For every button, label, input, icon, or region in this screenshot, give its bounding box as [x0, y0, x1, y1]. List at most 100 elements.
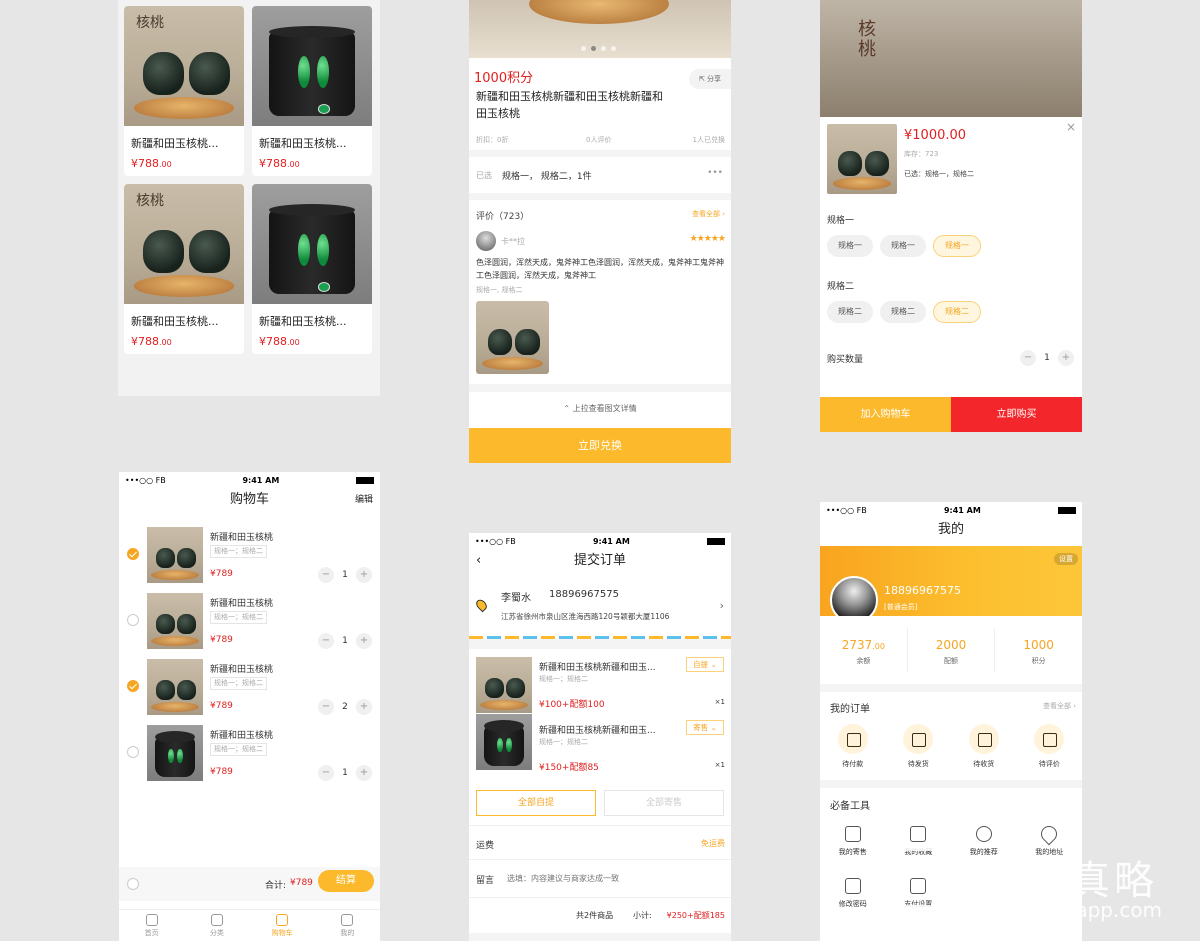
checkout-button[interactable]: 结算 — [318, 870, 374, 892]
cart-item[interactable]: 新疆和田玉核桃 规格一；规格二 ¥789 −1 + — [119, 588, 380, 654]
tool-item[interactable]: 支付设置 — [886, 878, 952, 930]
tool-item[interactable]: 我的寄售 — [820, 826, 886, 878]
minus-button[interactable]: − — [318, 567, 334, 583]
item-checkbox[interactable] — [127, 614, 139, 626]
spec-option[interactable]: 规格一 — [880, 235, 926, 257]
tool-item[interactable]: 修改密码 — [820, 878, 886, 930]
spec-option-selected[interactable]: 规格一 — [933, 235, 981, 257]
product-card[interactable]: 核桃 新疆和田玉核桃... ¥788.00 — [124, 6, 244, 176]
tool-item[interactable]: 我的推荐 — [951, 826, 1017, 878]
stat-quota[interactable]: 2000 配额 — [908, 628, 996, 672]
review-photo[interactable] — [476, 301, 549, 374]
tab-profile[interactable]: 我的 — [315, 910, 380, 941]
minus-button[interactable]: − — [1020, 350, 1036, 366]
select-all-checkbox[interactable] — [127, 878, 139, 890]
product-name: 新疆和田玉核桃... — [259, 137, 347, 150]
plus-button[interactable]: + — [1058, 350, 1074, 366]
order-summary: 共2件商品 小计: ¥250+配额185 — [469, 897, 731, 933]
product-price: ¥788.00 — [131, 157, 172, 170]
cart-item[interactable]: 新疆和田玉核桃 规格一；规格二 ¥789 −2 + — [119, 654, 380, 720]
item-checkbox[interactable] — [127, 680, 139, 692]
product-price: ¥788.00 — [131, 335, 172, 348]
view-all-reviews-link[interactable]: 查看全部 › — [692, 209, 725, 219]
delivery-select[interactable]: 寄售 ⌄ — [686, 720, 724, 735]
minus-button[interactable]: − — [318, 765, 334, 781]
item-checkbox[interactable] — [127, 746, 139, 758]
share-button[interactable]: ⇱ 分享 — [689, 69, 731, 89]
back-icon[interactable]: ‹ — [476, 549, 481, 573]
carousel-dot[interactable] — [611, 46, 616, 51]
carousel-dot-active[interactable] — [591, 46, 596, 51]
address-card[interactable]: 李蜀水 18896967575 江苏省徐州市泉山区淮海西路120号颖都大厦110… — [469, 577, 731, 639]
order-item[interactable]: 新疆和田玉核桃新疆和田玉... 规格一；规格二 寄售 ⌄ ¥150+配额85 ×… — [469, 712, 731, 775]
carousel-dot[interactable] — [581, 46, 586, 51]
category-icon — [210, 914, 223, 926]
stat-balance[interactable]: 2737.00 余额 — [820, 628, 908, 672]
spec-option[interactable]: 规格二 — [827, 301, 873, 323]
wood-base — [480, 699, 528, 710]
delivery-select[interactable]: 自提 ⌄ — [686, 657, 724, 672]
carousel-dot[interactable] — [601, 46, 606, 51]
item-name: 新疆和田玉核桃新疆和田玉... — [539, 726, 656, 736]
item-price: ¥789 — [210, 635, 233, 645]
walnut-shape — [838, 150, 862, 176]
chevron-right-icon: › — [719, 599, 724, 612]
minus-button[interactable]: − — [318, 633, 334, 649]
order-item[interactable]: 新疆和田玉核桃新疆和田玉... 规格一；规格二 自提 ⌄ ¥100+配额100 … — [469, 649, 731, 713]
product-title: 新疆和田玉核桃新疆和田玉核桃新疆和田玉核桃 — [476, 90, 663, 120]
tool-item[interactable]: 我的地址 — [1017, 822, 1083, 878]
settings-button[interactable]: 设置 — [1054, 553, 1078, 565]
spec-option-selected[interactable]: 规格二 — [933, 301, 981, 323]
plus-button[interactable]: + — [356, 633, 372, 649]
order-state-pending-review[interactable]: 待评价 — [1017, 724, 1083, 769]
item-image — [147, 593, 203, 649]
walnut-shape — [177, 614, 197, 635]
carrier: •••○○ FB — [826, 505, 867, 515]
plus-button[interactable]: + — [356, 765, 372, 781]
all-consign-button[interactable]: 全部寄售 — [604, 790, 724, 816]
box-icon — [903, 724, 934, 754]
product-card[interactable]: 核桃 新疆和田玉核桃... ¥788.00 — [124, 184, 244, 354]
buy-now-button[interactable]: 立即购买 — [951, 397, 1082, 432]
tool-item[interactable]: 我的收藏 — [886, 826, 952, 878]
item-qty: ×1 — [714, 698, 725, 706]
all-pickup-button[interactable]: 全部自提 — [476, 790, 596, 816]
order-state-pending-shipment[interactable]: 待发货 — [886, 724, 952, 769]
product-card[interactable]: 新疆和田玉核桃... ¥788.00 — [252, 6, 372, 176]
cart-item[interactable]: 新疆和田玉核桃 规格一；规格二 ¥789 −1 + — [119, 720, 380, 786]
minus-button[interactable]: − — [318, 699, 334, 715]
add-cart-button[interactable]: 加入购物车 — [820, 397, 951, 432]
message-input[interactable] — [507, 869, 717, 887]
chevron-down-icon: ⌄ — [710, 723, 717, 732]
tab-category[interactable]: 分类 — [184, 910, 249, 941]
spec-option[interactable]: 规格二 — [880, 301, 926, 323]
cart-item[interactable]: 新疆和田玉核桃 规格一；规格二 ¥789 −1 + — [119, 522, 380, 588]
pull-up-hint[interactable]: ⌃ 上拉查看图文详情 — [469, 392, 731, 428]
selected-spec-row[interactable]: 已选 规格一， 规格二，1件 ••• — [469, 157, 731, 193]
chevron-right-icon: › — [722, 210, 725, 218]
tab-cart[interactable]: 购物车 — [250, 910, 315, 941]
edit-button[interactable]: 编辑 — [355, 488, 373, 512]
close-icon[interactable]: × — [1066, 120, 1076, 134]
view-all-orders-link[interactable]: 查看全部 › — [1043, 701, 1076, 711]
product-card[interactable]: 新疆和田玉核桃... ¥788.00 — [252, 184, 372, 354]
reviewer-name: 卡**拉 — [501, 237, 525, 246]
spec-option[interactable]: 规格一 — [827, 235, 873, 257]
plus-button[interactable]: + — [356, 567, 372, 583]
order-state-pending-payment[interactable]: 待付款 — [820, 724, 886, 769]
item-price: ¥100+配额100 — [539, 700, 605, 710]
ring-shape — [318, 104, 330, 114]
plus-button[interactable]: + — [356, 699, 372, 715]
clock: 9:41 AM — [943, 505, 981, 515]
tab-home[interactable]: 首页 — [119, 910, 184, 941]
redeem-button[interactable]: 立即兑换 — [469, 428, 731, 463]
stats-row: 2737.00 余额 2000 配额 1000 积分 — [820, 616, 1082, 684]
share-icon: ⇱ — [698, 75, 708, 83]
item-checkbox[interactable] — [127, 548, 139, 560]
quantity-value: 1 — [1044, 353, 1050, 363]
item-spec: 规格一；规格二 — [210, 677, 267, 690]
order-state-pending-receipt[interactable]: 待收货 — [951, 724, 1017, 769]
product-carousel[interactable] — [469, 0, 731, 58]
stat-points[interactable]: 1000 积分 — [995, 628, 1082, 672]
recipient-name: 李蜀水 — [501, 593, 531, 604]
